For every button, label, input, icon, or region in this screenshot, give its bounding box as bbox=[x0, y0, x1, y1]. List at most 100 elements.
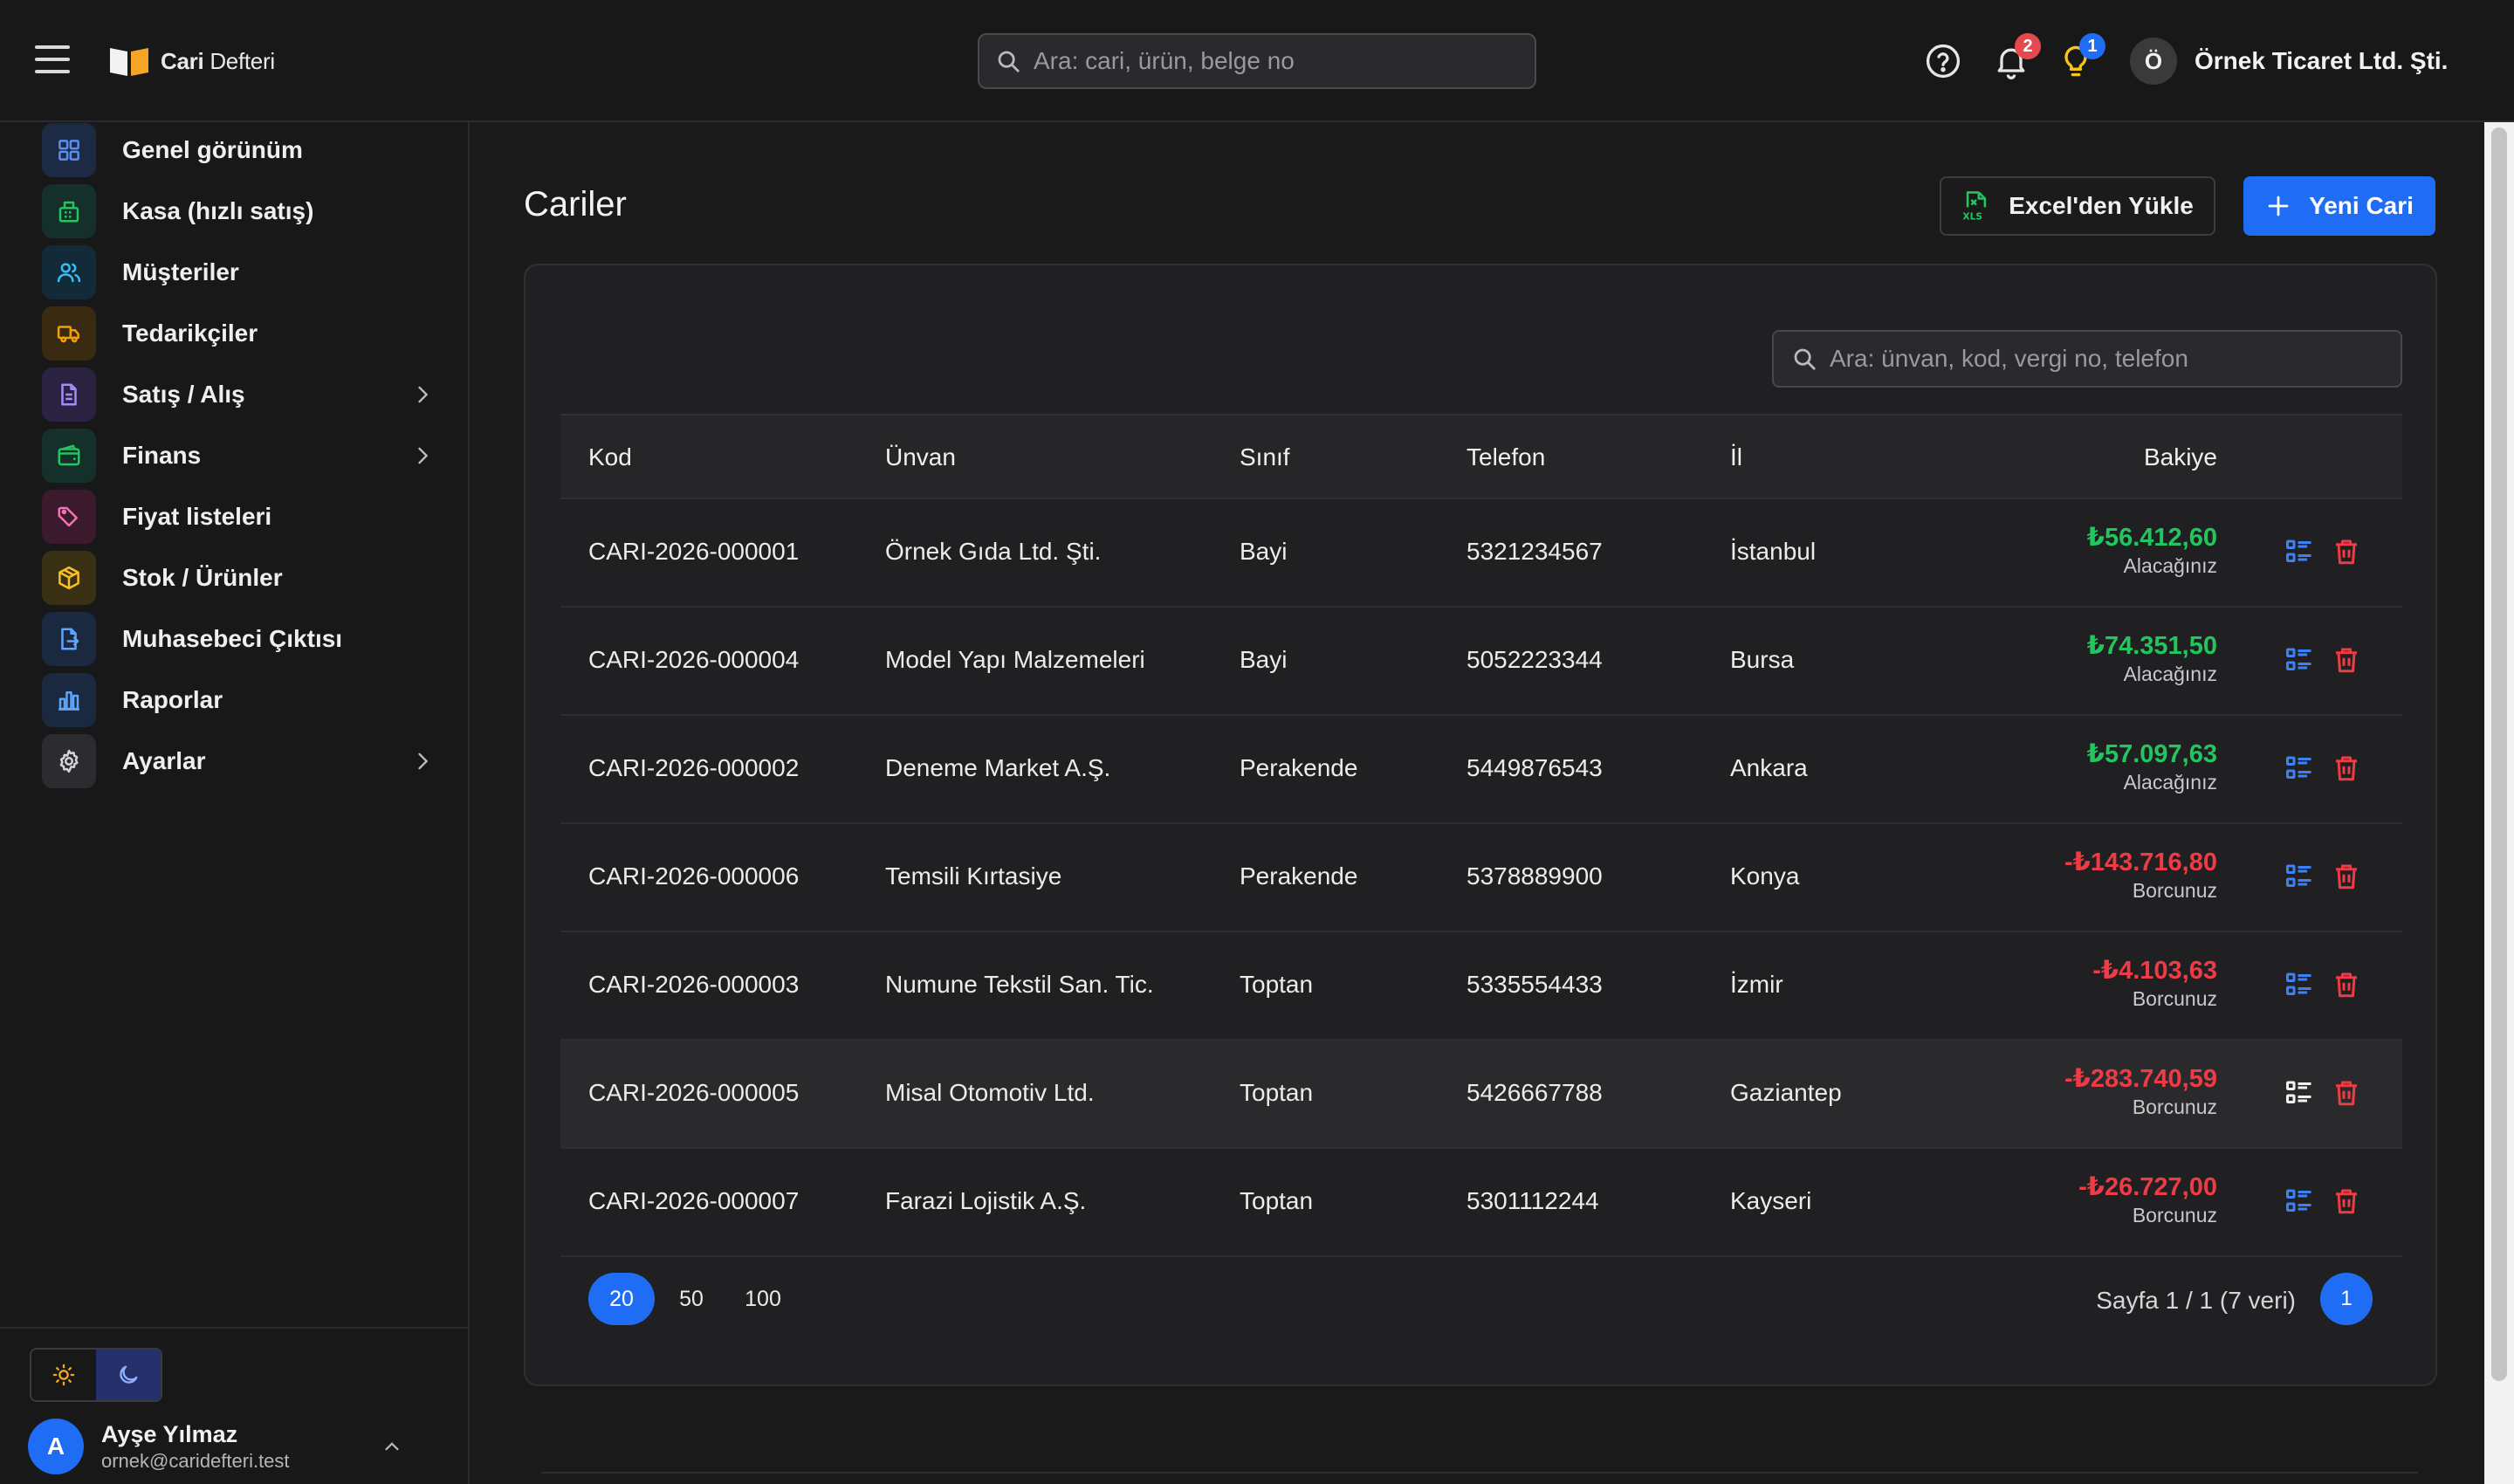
trash-icon[interactable] bbox=[2331, 1185, 2362, 1217]
scrollbar[interactable] bbox=[2484, 122, 2514, 1484]
table-row[interactable]: CARI-2026-000002 Deneme Market A.Ş. Pera… bbox=[560, 716, 2402, 824]
column-header-telefon[interactable]: Telefon bbox=[1466, 443, 1545, 471]
bar-chart-icon bbox=[42, 673, 96, 727]
dashboard-icon bbox=[42, 123, 96, 177]
tips-button[interactable]: 1 bbox=[2057, 33, 2105, 80]
trash-icon[interactable] bbox=[2331, 536, 2362, 567]
pagination: 20 50 100 Sayfa 1 / 1 (7 veri) 1 bbox=[560, 1273, 2402, 1329]
sidebar-item-label: Kasa (hızlı satış) bbox=[122, 197, 314, 224]
trash-icon[interactable] bbox=[2331, 644, 2362, 676]
table-row[interactable]: CARI-2026-000005 Misal Otomotiv Ltd. Top… bbox=[560, 1041, 2402, 1149]
cell-sinif: Bayi bbox=[1240, 538, 1288, 565]
sidebar-item-musteriler[interactable]: Müşteriler bbox=[42, 244, 435, 300]
excel-import-button[interactable]: XLS Excel'den Yükle bbox=[1940, 176, 2215, 236]
cell-il: İstanbul bbox=[1730, 538, 1817, 565]
detail-list-icon[interactable] bbox=[2284, 536, 2315, 567]
detail-list-icon[interactable] bbox=[2284, 861, 2315, 892]
document-icon bbox=[42, 368, 96, 422]
user-name: Ayşe Yılmaz bbox=[101, 1420, 238, 1447]
trash-icon[interactable] bbox=[2331, 1077, 2362, 1109]
sidebar-item-raporlar[interactable]: Raporlar bbox=[42, 672, 435, 728]
cell-telefon: 5052223344 bbox=[1466, 646, 1603, 673]
user-menu[interactable]: A Ayşe Yılmaz ornek@caridefteri.test bbox=[28, 1416, 438, 1477]
table-row[interactable]: CARI-2026-000007 Farazi Lojistik A.Ş. To… bbox=[560, 1149, 2402, 1257]
gear-icon bbox=[42, 734, 96, 788]
detail-list-icon[interactable] bbox=[2284, 1185, 2315, 1217]
chevron-right-icon bbox=[418, 752, 429, 770]
divider bbox=[541, 1472, 2418, 1474]
trash-icon[interactable] bbox=[2331, 752, 2362, 784]
table-row[interactable]: CARI-2026-000003 Numune Tekstil San. Tic… bbox=[560, 932, 2402, 1041]
column-header-bakiye[interactable]: Bakiye bbox=[2144, 443, 2217, 471]
svg-text:XLS: XLS bbox=[1963, 211, 1983, 223]
sidebar-item-finans[interactable]: Finans bbox=[42, 428, 435, 484]
page-info: Sayfa 1 / 1 (7 veri) bbox=[2096, 1287, 2296, 1314]
dark-theme-button[interactable] bbox=[96, 1350, 161, 1400]
menu-icon[interactable] bbox=[35, 45, 70, 75]
cell-il: Bursa bbox=[1730, 646, 1795, 673]
detail-list-icon[interactable] bbox=[2284, 1077, 2315, 1109]
sidebar-item-genel-gorunum[interactable]: Genel görünüm bbox=[42, 122, 435, 178]
balance-status: Alacağınız bbox=[2123, 771, 2217, 794]
truck-icon bbox=[42, 306, 96, 361]
sidebar-footer: A Ayşe Yılmaz ornek@caridefteri.test bbox=[0, 1327, 468, 1484]
cell-bakiye: ₺56.412,60 Alacağınız bbox=[2087, 522, 2217, 578]
column-header-sinif[interactable]: Sınıf bbox=[1240, 443, 1290, 471]
new-cari-button[interactable]: Yeni Cari bbox=[2243, 176, 2435, 236]
cell-sinif: Toptan bbox=[1240, 971, 1314, 998]
column-header-il[interactable]: İl bbox=[1730, 443, 1742, 471]
sidebar-item-satis-alis[interactable]: Satış / Alış bbox=[42, 367, 435, 423]
avatar: A bbox=[28, 1419, 84, 1474]
column-header-unvan[interactable]: Ünvan bbox=[885, 443, 956, 471]
brand-logo[interactable]: Cari Defteri bbox=[108, 42, 275, 80]
plus-icon bbox=[2268, 196, 2289, 216]
brand-bold: Cari bbox=[161, 47, 204, 74]
table-row[interactable]: CARI-2026-000001 Örnek Gıda Ltd. Şti. Ba… bbox=[560, 499, 2402, 608]
brand-name: Cari Defteri bbox=[161, 48, 275, 75]
cell-unvan: Farazi Lojistik A.Ş. bbox=[885, 1187, 1087, 1214]
sidebar-item-label: Genel görünüm bbox=[122, 136, 303, 163]
table-search-input[interactable] bbox=[1830, 332, 2401, 386]
box-icon bbox=[42, 551, 96, 605]
chevron-right-icon bbox=[418, 386, 429, 403]
excel-file-icon: XLS bbox=[1963, 191, 1987, 223]
notifications-button[interactable]: 2 bbox=[1992, 33, 2041, 80]
page-size-20[interactable]: 20 bbox=[588, 1273, 655, 1325]
table-row[interactable]: CARI-2026-000006 Temsili Kırtasiye Perak… bbox=[560, 824, 2402, 932]
notifications-badge: 2 bbox=[2015, 33, 2041, 59]
trash-icon[interactable] bbox=[2331, 861, 2362, 892]
sidebar-item-label: Stok / Ürünler bbox=[122, 564, 283, 591]
page-size-100[interactable]: 100 bbox=[730, 1273, 796, 1325]
global-search bbox=[978, 33, 1536, 89]
sidebar-item-label: Müşteriler bbox=[122, 258, 239, 285]
sidebar-item-muhasebeci-ciktisi[interactable]: Muhasebeci Çıktısı bbox=[42, 611, 435, 667]
detail-list-icon[interactable] bbox=[2284, 969, 2315, 1000]
cell-il: Ankara bbox=[1730, 754, 1808, 781]
balance-status: Alacağınız bbox=[2123, 663, 2217, 685]
company-switcher[interactable]: Ö Örnek Ticaret Ltd. Şti. bbox=[2130, 37, 2448, 86]
sidebar-item-kasa[interactable]: Kasa (hızlı satış) bbox=[42, 183, 435, 239]
table-row[interactable]: CARI-2026-000004 Model Yapı Malzemeleri … bbox=[560, 608, 2402, 716]
file-export-icon bbox=[42, 612, 96, 666]
company-avatar: Ö bbox=[2130, 38, 2177, 85]
help-button[interactable] bbox=[1924, 42, 1962, 80]
scrollbar-thumb[interactable] bbox=[2491, 127, 2507, 1381]
sidebar-item-ayarlar[interactable]: Ayarlar bbox=[42, 733, 435, 789]
detail-list-icon[interactable] bbox=[2284, 644, 2315, 676]
column-header-kod[interactable]: Kod bbox=[588, 443, 632, 471]
sidebar-item-fiyat-listeleri[interactable]: Fiyat listeleri bbox=[42, 489, 435, 545]
company-name: Örnek Ticaret Ltd. Şti. bbox=[2195, 47, 2449, 74]
cell-sinif: Bayi bbox=[1240, 646, 1288, 673]
search-icon bbox=[1794, 348, 1816, 370]
theme-toggle bbox=[30, 1348, 162, 1402]
light-theme-button[interactable] bbox=[31, 1350, 96, 1400]
page-size-50[interactable]: 50 bbox=[658, 1273, 725, 1325]
trash-icon[interactable] bbox=[2331, 969, 2362, 1000]
help-icon bbox=[1926, 44, 1961, 79]
global-search-input[interactable] bbox=[1034, 35, 1535, 87]
sidebar-item-stok-urunler[interactable]: Stok / Ürünler bbox=[42, 550, 435, 606]
detail-list-icon[interactable] bbox=[2284, 752, 2315, 784]
cell-sinif: Perakende bbox=[1240, 754, 1358, 781]
page-number-button[interactable]: 1 bbox=[2320, 1273, 2373, 1325]
sidebar-item-tedarikciler[interactable]: Tedarikçiler bbox=[42, 306, 435, 361]
